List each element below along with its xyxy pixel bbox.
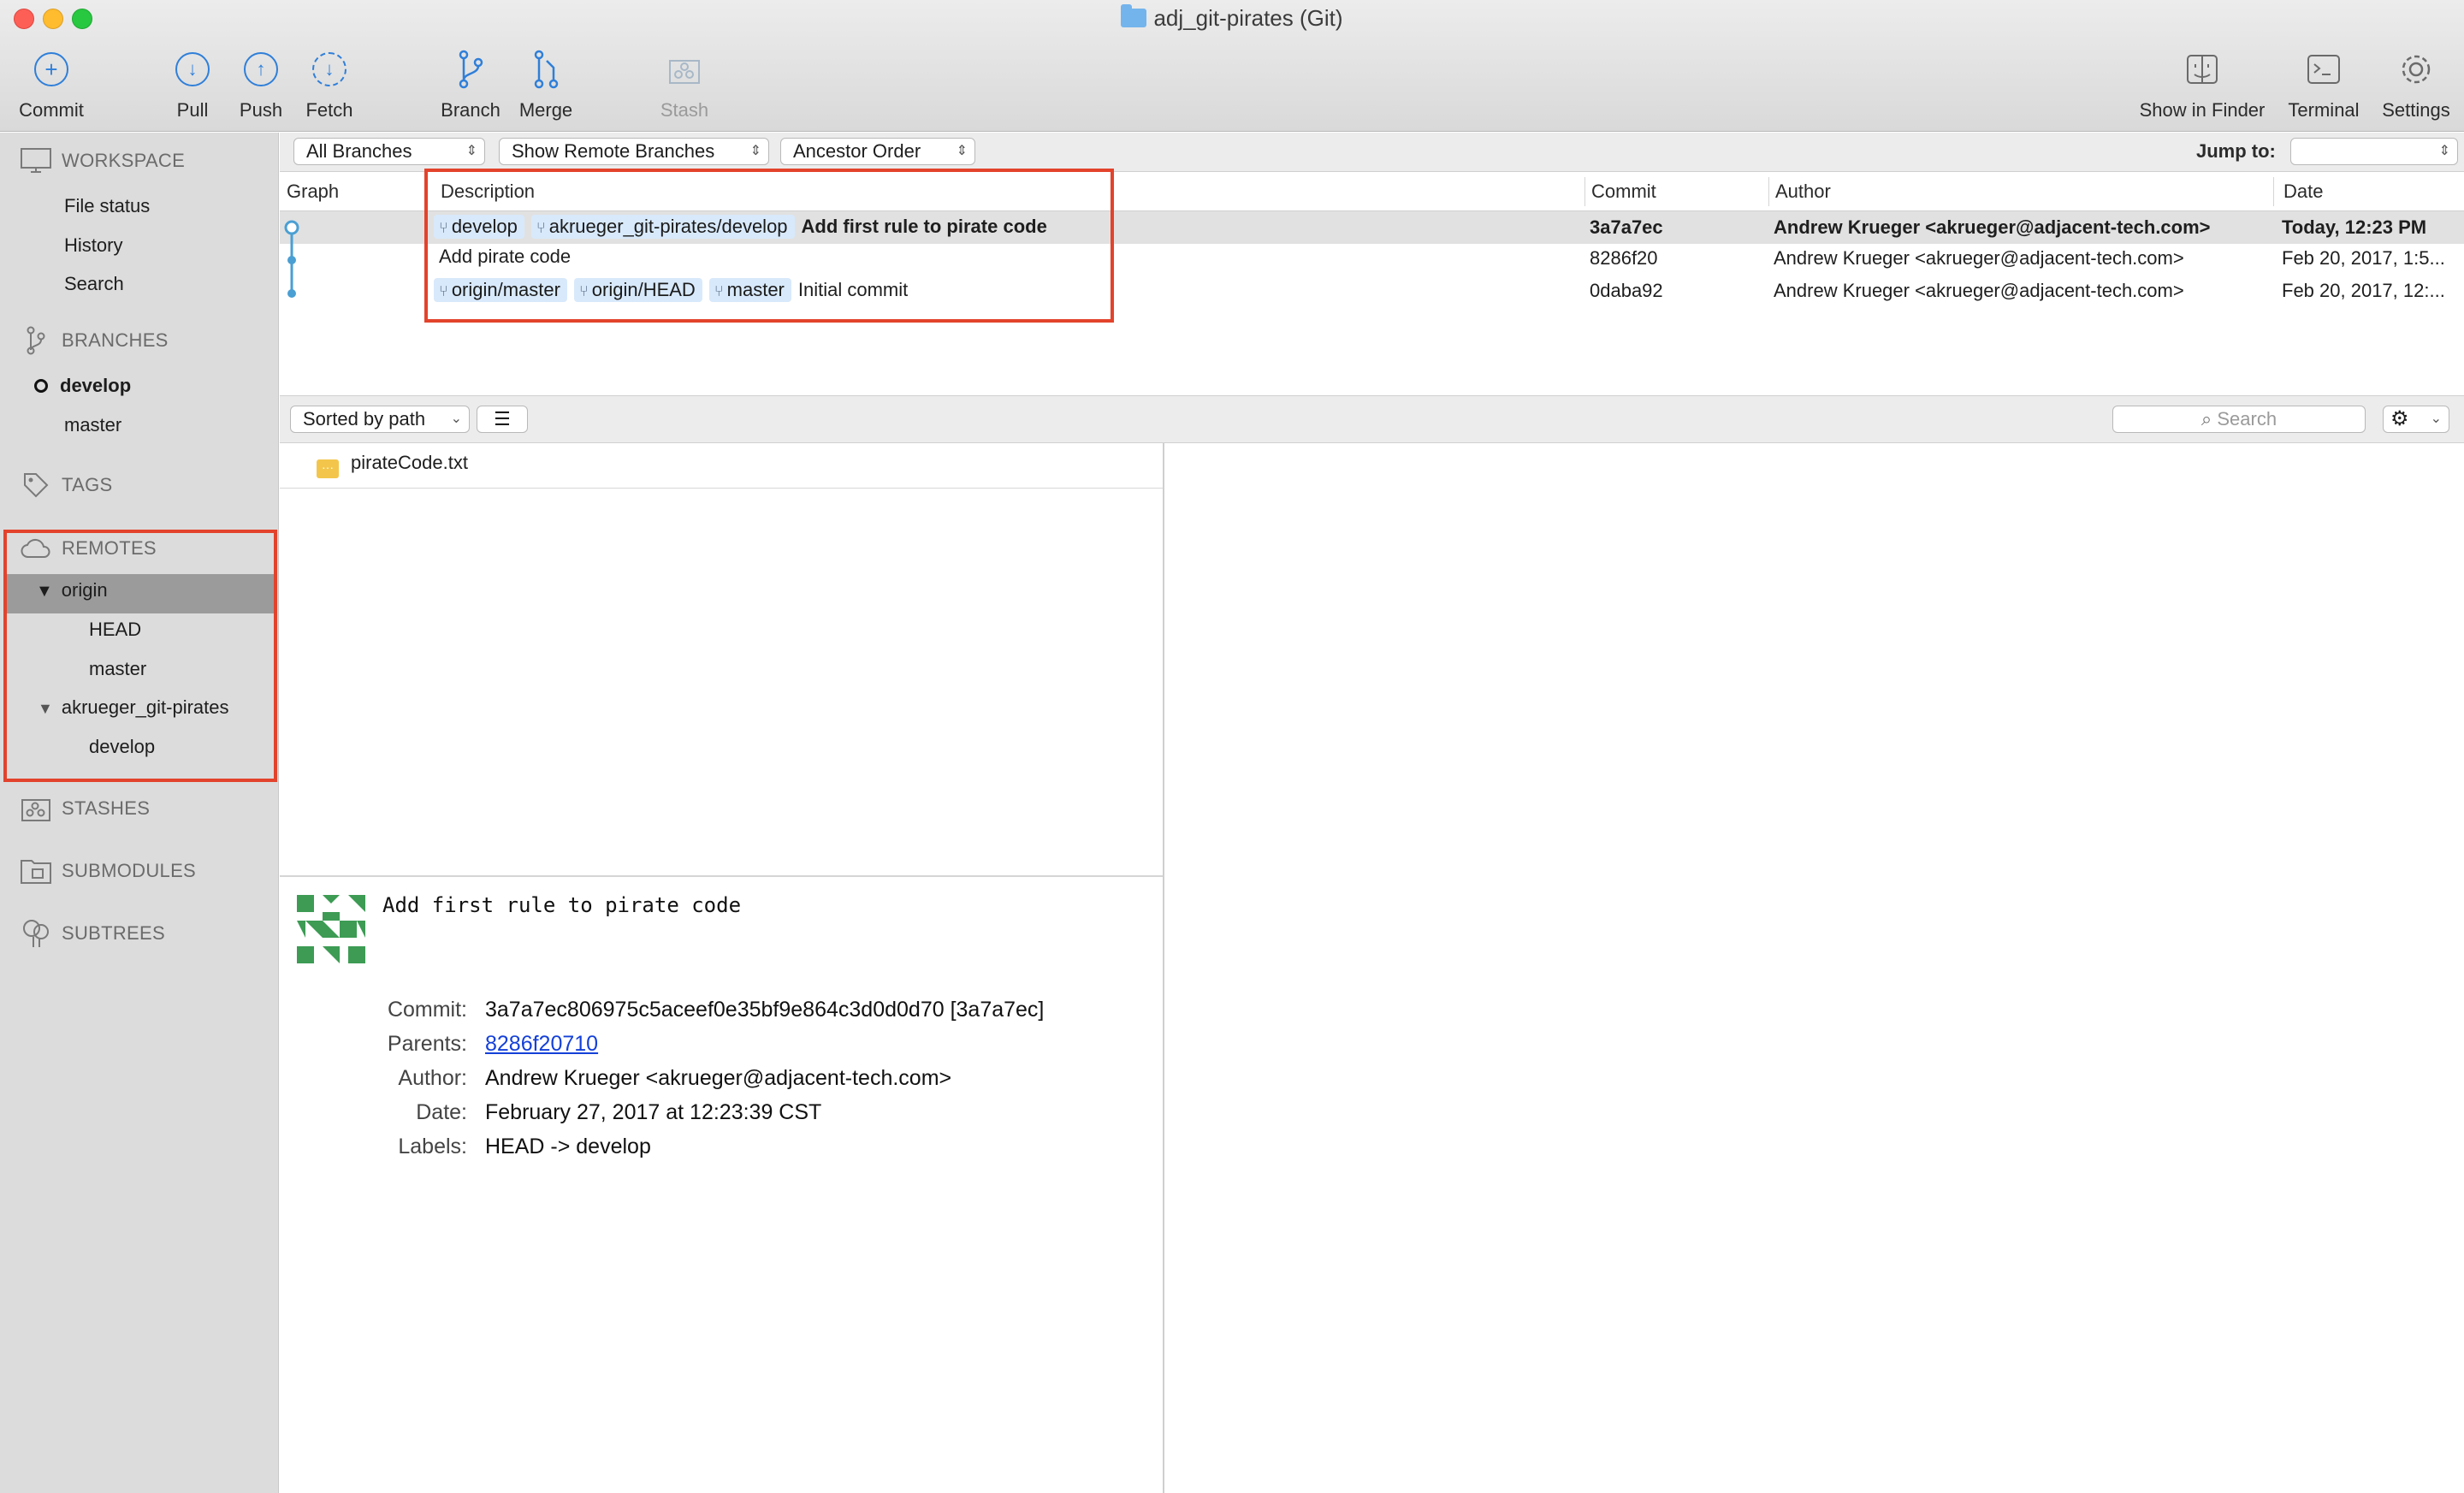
commit-labels: HEAD -> develop (485, 1135, 651, 1158)
sidebar-branch-develop[interactable]: develop (34, 375, 131, 397)
pull-button[interactable]: ↓ Pull (168, 48, 217, 121)
branch-button[interactable]: Branch (438, 48, 503, 121)
fetch-icon: ↓ (312, 52, 346, 86)
search-icon: ⌕ (2200, 408, 2218, 430)
merge-icon (534, 50, 559, 89)
sidebar-section-subtrees[interactable]: SUBTREES (21, 920, 165, 947)
commit-date: Feb 20, 2017, 1:5... (2282, 247, 2445, 269)
graph-node-head (284, 220, 299, 235)
window-title: adj_git-pirates (Git) (0, 4, 2464, 32)
sidebar-section-tags[interactable]: TAGS (21, 472, 112, 498)
jump-to-select[interactable]: ⇕ (2290, 138, 2458, 165)
file-search-input[interactable]: ⌕ Search (2112, 406, 2366, 433)
column-date[interactable]: Date (2283, 181, 2323, 203)
sidebar-branch-master[interactable]: master (64, 414, 121, 436)
submodule-icon (21, 858, 51, 884)
finder-icon (2187, 55, 2218, 84)
jump-to-label: Jump to: (2196, 140, 2276, 162)
stash-icon (21, 796, 51, 821)
commit-author: Andrew Krueger <akrueger@adjacent-tech.c… (1774, 247, 2184, 269)
commit-full-hash: 3a7a7ec806975c5aceef0e35bf9e864c3d0d0d70… (485, 998, 1045, 1022)
column-author[interactable]: Author (1775, 181, 1831, 203)
column-graph[interactable]: Graph (287, 181, 339, 203)
commit-hash: 0daba92 (1590, 280, 1663, 301)
arrow-down-icon: ↓ (175, 52, 210, 86)
sidebar-item-search[interactable]: Search (64, 273, 124, 295)
updown-chevron-icon: ⇕ (749, 144, 761, 158)
settings-button[interactable]: Settings (2373, 48, 2459, 121)
branch-filter-select[interactable]: All Branches ⇕ (293, 138, 485, 165)
folder-icon (1121, 4, 1147, 27)
stash-icon (669, 60, 700, 84)
sidebar-section-stashes[interactable]: STASHES (21, 796, 150, 821)
sort-select[interactable]: Sorted by path ⌄ (290, 406, 470, 433)
remote-filter-select[interactable]: Show Remote Branches ⇕ (499, 138, 769, 165)
tag-icon (21, 472, 51, 498)
filter-bar: All Branches ⇕ Show Remote Branches ⇕ Ance… (280, 133, 2464, 172)
column-commit[interactable]: Commit (1591, 181, 1656, 203)
sidebar-section-workspace[interactable]: WORKSPACE (21, 148, 185, 174)
updown-chevron-icon: ⇕ (2438, 144, 2450, 158)
plus-icon: + (34, 52, 68, 86)
graph-node (287, 256, 296, 264)
pane-divider[interactable] (1163, 443, 1164, 1493)
sidebar: WORKSPACE File status History Search BRA… (0, 133, 279, 1493)
terminal-button[interactable]: Terminal (2279, 48, 2368, 121)
file-list-toolbar: Sorted by path ⌄ ☰ ⌕ Search ⚙ ⌄ (280, 395, 2464, 443)
chevron-down-icon: ⌄ (2430, 412, 2442, 426)
stash-button[interactable]: Stash (652, 48, 717, 121)
graph-node (287, 289, 296, 298)
commit-button[interactable]: + Commit (9, 48, 94, 121)
commit-hash: 8286f20 (1590, 247, 1658, 269)
commit-message: Add first rule to pirate code (382, 893, 742, 917)
arrow-up-icon: ↑ (244, 52, 278, 86)
gear-icon (2402, 55, 2431, 84)
commit-hash: 3a7a7ec (1590, 216, 1663, 238)
parent-commit-link[interactable]: 8286f20710 (485, 1032, 598, 1057)
chevron-down-icon: ⌄ (450, 412, 462, 426)
monitor-icon (21, 148, 51, 174)
window-toolbar: adj_git-pirates (Git) + Commit ↓ Pull ↑ … (0, 0, 2464, 132)
remotes-highlight-box (3, 530, 277, 782)
merge-button[interactable]: Merge (513, 48, 578, 121)
gear-icon: ⚙ (2390, 407, 2409, 430)
commit-date: Feb 20, 2017, 12:... (2282, 280, 2445, 301)
description-highlight-box (424, 169, 1114, 323)
branch-icon (459, 50, 483, 89)
updown-chevron-icon: ⇕ (465, 144, 477, 158)
show-in-finder-button[interactable]: Show in Finder (2134, 48, 2271, 121)
terminal-icon (2307, 55, 2340, 84)
push-button[interactable]: ↑ Push (234, 48, 287, 121)
commit-graph (284, 220, 299, 298)
sidebar-section-branches[interactable]: BRANCHES (21, 326, 169, 355)
commit-author: Andrew Krueger <akrueger@adjacent-tech.c… (1774, 280, 2184, 301)
commit-author-detail: Andrew Krueger <akrueger@adjacent-tech.c… (485, 1066, 952, 1090)
branch-icon (21, 326, 51, 355)
file-item[interactable]: ··· pirateCode.txt (317, 452, 468, 478)
order-select[interactable]: Ancestor Order ⇕ (780, 138, 975, 165)
current-branch-icon (34, 379, 48, 393)
sidebar-item-file-status[interactable]: File status (64, 195, 150, 217)
pane-divider[interactable] (280, 875, 1163, 877)
fetch-button[interactable]: ↓ Fetch (299, 48, 359, 121)
sidebar-item-history[interactable]: History (64, 234, 122, 257)
modified-file-icon: ··· (317, 459, 339, 478)
author-avatar (297, 895, 365, 963)
commit-date-detail: February 27, 2017 at 12:23:39 CST (485, 1100, 822, 1124)
commit-author: Andrew Krueger <akrueger@adjacent-tech.c… (1774, 216, 2211, 238)
list-view-icon: ☰ (494, 408, 511, 430)
file-options-button[interactable]: ⚙ ⌄ (2383, 406, 2449, 433)
commit-date: Today, 12:23 PM (2282, 216, 2427, 238)
sidebar-section-submodules[interactable]: SUBMODULES (21, 858, 196, 884)
subtree-icon (21, 920, 51, 947)
view-mode-button[interactable]: ☰ (477, 406, 528, 433)
updown-chevron-icon: ⇕ (956, 144, 968, 158)
